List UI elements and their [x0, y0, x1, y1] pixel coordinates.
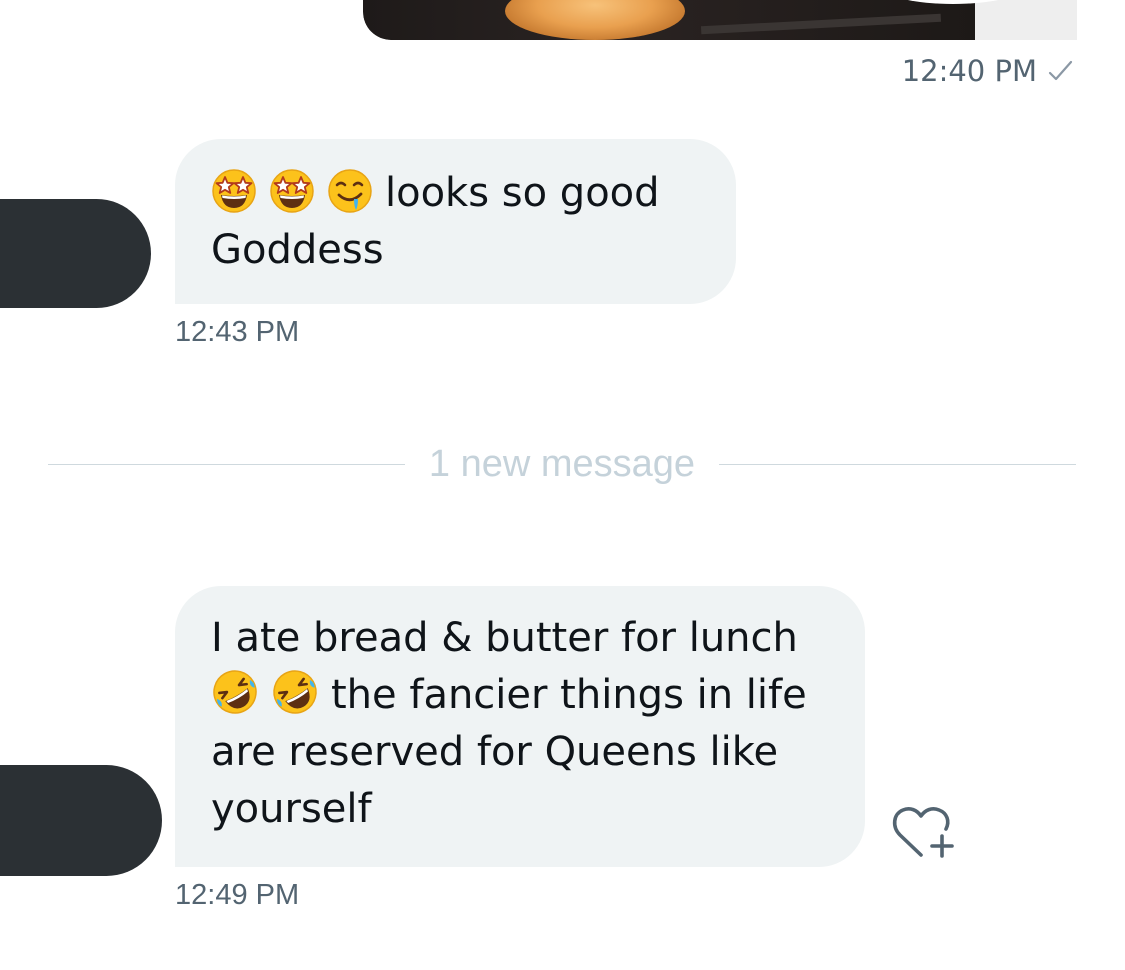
- message-text: looks so good: [385, 170, 660, 216]
- sender-avatar[interactable]: [0, 199, 151, 308]
- message-text: the fancier things in life: [331, 672, 807, 718]
- message-line: I ate bread & butter for lunch: [211, 615, 798, 661]
- sent-time-label: 12:40 PM: [901, 54, 1037, 88]
- new-message-divider: 1 new message: [48, 440, 1076, 488]
- message-line: yourself: [211, 786, 372, 832]
- received-message-bubble[interactable]: looks so good Goddess: [175, 139, 736, 304]
- heart-plus-icon[interactable]: [888, 800, 960, 864]
- divider-line-left: [48, 463, 405, 465]
- star-struck-emoji-icon: [212, 169, 256, 213]
- star-struck-emoji-icon: [270, 169, 314, 213]
- drooling-face-emoji-icon: [328, 169, 372, 213]
- message-line: Goddess: [211, 227, 384, 273]
- sent-image-light-area: [975, 0, 1077, 40]
- message-line: looks so good: [211, 165, 706, 222]
- sent-image-message[interactable]: [363, 0, 1077, 40]
- divider-line-right: [719, 463, 1076, 465]
- sender-avatar[interactable]: [0, 765, 162, 876]
- message-timestamp: 12:43 PM: [175, 316, 300, 348]
- sent-message-timestamp: 12:40 PM: [902, 54, 1075, 88]
- check-icon: [1048, 60, 1073, 81]
- rolling-on-floor-laughing-emoji-icon: [213, 670, 257, 714]
- message-line: are reserved for Queens like: [211, 729, 779, 775]
- new-message-label: 1 new message: [428, 442, 696, 485]
- message-timestamp: 12:49 PM: [175, 879, 300, 911]
- rolling-on-floor-laughing-emoji-icon: [273, 670, 317, 714]
- message-line: the fancier things in life: [211, 667, 835, 724]
- received-message-bubble[interactable]: I ate bread & butter for lunch the fanci…: [175, 586, 865, 867]
